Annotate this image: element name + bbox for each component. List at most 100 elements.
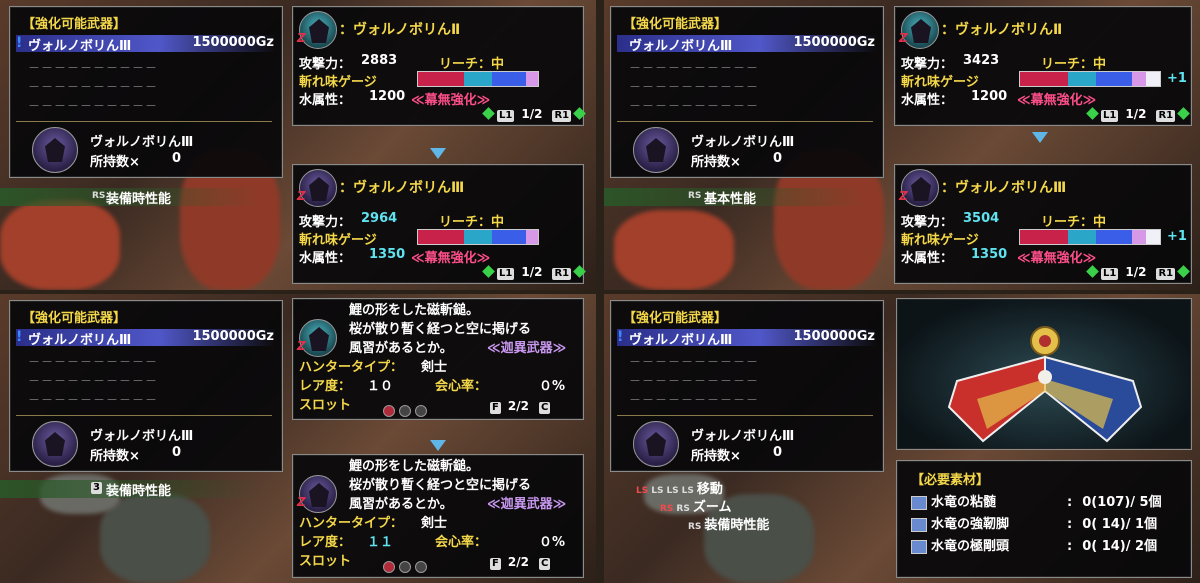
hunter-type-value: 剣士 — [421, 360, 448, 375]
bg-blob — [0, 200, 120, 290]
sharpness-plus: +1 — [1167, 71, 1187, 86]
equip-perf-control[interactable]: RS 装備時性能 — [688, 514, 769, 533]
rarity-value: １１ — [367, 535, 394, 550]
zoom-control[interactable]: RS RS ズーム — [660, 496, 731, 515]
page-nav[interactable]: L1 1/2 R1 — [1085, 107, 1191, 122]
selected-weapon-row[interactable]: ヴォルノボリんⅢ 1500000Gz — [617, 35, 877, 54]
upgrade-list-panel: 【強化可能武器】 ヴォルノボリんⅢ 1500000Gz －－－－－－－－－－ －… — [610, 6, 884, 178]
equip-perf-strip[interactable]: 3 装備時性能 — [0, 480, 260, 499]
divider — [617, 415, 873, 416]
rarity-tag: ≪迦異武器≫ — [487, 341, 567, 356]
owned-weapon-name: ヴォルノボリんⅢ — [691, 429, 795, 444]
selected-weapon-name: ヴォルノボリんⅢ — [629, 39, 733, 54]
selected-weapon-row[interactable]: ヴォルノボリんⅢ 1500000Gz — [16, 329, 276, 348]
description-panel-current: Z 鯉の形をした磁斬鎚。 桜が散り暫く経つと空に掲げる 風習があるとか。 ≪迦異… — [292, 298, 584, 420]
owned-count: 0 — [773, 151, 783, 166]
selected-weapon-price: 1500000Gz — [793, 35, 875, 50]
upgrade-list-panel: 【強化可能武器】 ヴォルノボリんⅢ 1500000Gz ! －－－－－－－－－－… — [9, 300, 283, 472]
move-control[interactable]: LS LS LS LS 移動 — [636, 478, 723, 497]
compare-panel-current: Z ：ヴォルノボリんⅡ 攻撃力： 3423 リーチ：中 斬れ味ゲージ +1 水属… — [894, 6, 1192, 126]
attack-value: 2883 — [361, 53, 398, 68]
owned-count-label: 所持数× — [90, 155, 140, 170]
empty-row: －－－－－－－－－－ — [629, 99, 760, 113]
sharpness-gauge — [1019, 71, 1161, 87]
reach-label: リーチ：中 — [439, 215, 505, 230]
element-label: 水属性： — [299, 251, 352, 266]
sharpness-label: 斬れ味ゲージ — [901, 75, 979, 90]
compare-panel-next: Z ：ヴォルノボリんⅢ 攻撃力： 3504 リーチ：中 斬れ味ゲージ +1 水属… — [894, 164, 1192, 284]
attack-value: 3423 — [963, 53, 1000, 68]
empty-row: －－－－－－－－－－ — [629, 393, 760, 407]
z-marker: Z — [297, 495, 306, 509]
owned-weapon-name: ヴォルノボリんⅢ — [691, 135, 795, 150]
equip-perf-label: 装備時性能 — [106, 192, 172, 207]
page-nav[interactable]: L1 1/2 R1 — [1085, 265, 1191, 280]
sharpness-label: 斬れ味ゲージ — [299, 75, 377, 90]
upgrade-list-panel: 【強化可能武器】 ヴォルノボリんⅢ 1500000Gz ! －－－－－－－－－－… — [610, 300, 884, 472]
weapon-name: ：ヴォルノボリんⅡ — [339, 22, 461, 38]
compare-panel-next: Z ：ヴォルノボリんⅢ 攻撃力： 2964 リーチ：中 斬れ味ゲージ 水属性： … — [292, 164, 587, 284]
element-label: 水属性： — [901, 93, 954, 108]
materials-title: 【必要素材】 — [911, 473, 990, 488]
upgrade-list-panel: 【強化可能武器】 ヴォルノボリんⅢ 1500000Gz ! －－－－－－－－－－… — [9, 6, 283, 178]
rs-button: RS — [92, 191, 106, 201]
cursor-icon: ! — [617, 329, 624, 345]
element-label: 水属性： — [901, 251, 954, 266]
upgrade-list-title: 【強化可能武器】 — [22, 17, 127, 32]
empty-row: －－－－－－－－－－ — [629, 355, 760, 369]
base-perf-label: 基本性能 — [704, 192, 757, 207]
crit-label: 会心率： — [435, 535, 488, 550]
material-row: 水竜の強靭脚 — [911, 513, 1009, 532]
owned-count: 0 — [172, 445, 182, 460]
page-nav[interactable]: F 2/2 C — [489, 555, 551, 570]
down-arrow-icon — [430, 148, 446, 159]
description-line-3: 風習があるとか。 — [349, 497, 453, 512]
material-qty: :0( 14)/ 1個 — [1067, 517, 1158, 532]
rs-button: RS — [688, 191, 702, 201]
z-marker: Z — [899, 31, 908, 45]
material-row: 水竜の粘髄 — [911, 491, 996, 510]
controls-hint: LS LS LS LS 移動 RS RS ズーム RS 装備時性能 — [636, 478, 836, 534]
empty-row: －－－－－－－－－－ — [629, 61, 760, 75]
slot-icons — [381, 400, 429, 419]
quadrant-bottom-right: 【強化可能武器】 ヴォルノボリんⅢ 1500000Gz ! －－－－－－－－－－… — [604, 294, 1200, 583]
hunter-type-label: ハンタータイプ： — [299, 516, 404, 531]
upgrade-list-title: 【強化可能武器】 — [623, 311, 728, 326]
page-nav[interactable]: F 2/2 C — [489, 399, 551, 414]
owned-weapon-name: ヴォルノボリんⅢ — [90, 135, 194, 150]
selected-weapon-row[interactable]: ヴォルノボリんⅢ 1500000Gz — [16, 35, 276, 54]
page-nav[interactable]: L1 1/2 R1 — [481, 265, 587, 280]
empty-row: －－－－－－－－－－ — [28, 374, 159, 388]
owned-weapon-name: ヴォルノボリんⅢ — [90, 429, 194, 444]
page-nav[interactable]: L1 1/2 R1 — [481, 107, 587, 122]
material-row: 水竜の極剛頭 — [911, 535, 1009, 554]
empty-row: －－－－－－－－－－ — [629, 374, 760, 388]
base-perf-strip[interactable]: RS 基本性能 — [604, 188, 864, 207]
weapon-name: ：ヴォルノボリんⅡ — [941, 22, 1063, 38]
reach-label: リーチ：中 — [439, 57, 505, 72]
equip-perf-strip[interactable]: RS 装備時性能 — [0, 188, 260, 207]
selected-weapon-price: 1500000Gz — [192, 329, 274, 344]
quadrant-bottom-left: 【強化可能武器】 ヴォルノボリんⅢ 1500000Gz ! －－－－－－－－－－… — [0, 294, 596, 583]
attack-label: 攻撃力： — [901, 215, 954, 230]
element-label: 水属性： — [299, 93, 352, 108]
weapon-name: ：ヴォルノボリんⅢ — [941, 180, 1067, 196]
bg-blob — [614, 210, 734, 290]
sharpness-gauge — [417, 71, 539, 87]
upgrade-list-title: 【強化可能武器】 — [623, 17, 728, 32]
selected-weapon-row[interactable]: ヴォルノボリんⅢ 1500000Gz — [617, 329, 877, 348]
owned-count: 0 — [773, 445, 783, 460]
sharpness-gauge — [417, 229, 539, 245]
owned-count: 0 — [172, 151, 182, 166]
material-qty: :0( 14)/ 2個 — [1067, 539, 1158, 554]
description-panel-next: Z 鯉の形をした磁斬鎚。 桜が散り暫く経つと空に掲げる 風習があるとか。 ≪迦異… — [292, 454, 584, 578]
z-marker: Z — [297, 31, 306, 45]
nullify-label: ≪幕無強化≫ — [1017, 93, 1097, 108]
empty-row: －－－－－－－－－－ — [28, 99, 159, 113]
weapon-icon — [633, 127, 679, 173]
selected-weapon-price: 1500000Gz — [793, 329, 875, 344]
divider — [16, 415, 272, 416]
nullify-label: ≪幕無強化≫ — [411, 251, 491, 266]
sharpness-plus: +1 — [1167, 229, 1187, 244]
empty-row: －－－－－－－－－－ — [28, 80, 159, 94]
